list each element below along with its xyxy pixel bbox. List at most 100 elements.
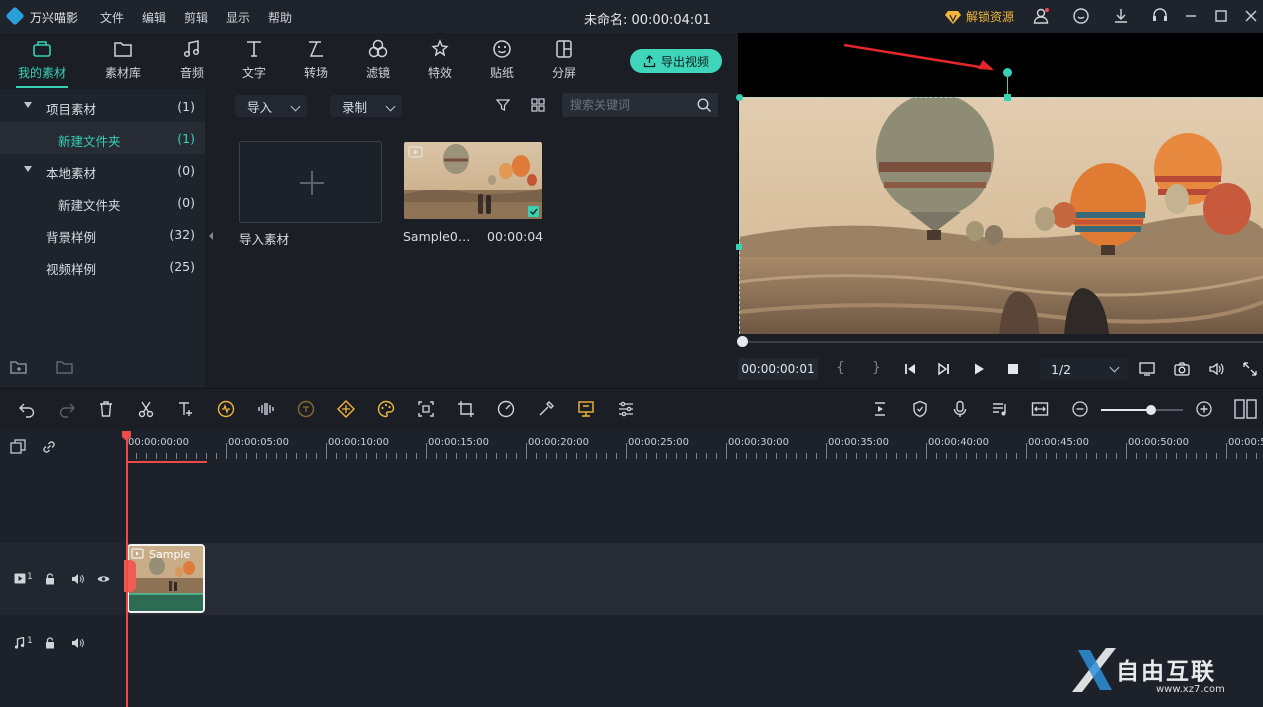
text-icon (247, 41, 261, 57)
speed-icon[interactable] (497, 400, 515, 418)
zoom-in-icon[interactable] (1195, 400, 1213, 418)
support-icon[interactable] (1151, 7, 1169, 25)
tree-item-background-samples[interactable]: 背景样例 (32) (0, 218, 205, 250)
layout-panels-icon[interactable] (1234, 399, 1258, 419)
menu-file[interactable]: 文件 (100, 9, 124, 26)
lock-icon[interactable] (45, 573, 55, 585)
zoom-slider-knob[interactable] (1146, 405, 1156, 415)
menu-help[interactable]: 帮助 (268, 9, 292, 26)
crop-icon[interactable] (457, 400, 475, 418)
tab-filter[interactable]: 滤镜 (347, 33, 409, 89)
unlock-resources-button[interactable]: 解锁资源 (945, 8, 1014, 25)
feedback-icon[interactable] (1072, 7, 1090, 25)
resize-handle-left[interactable] (736, 244, 742, 250)
minimize-icon[interactable] (1182, 7, 1200, 25)
render-preview-icon[interactable] (871, 400, 889, 418)
new-folder-icon[interactable] (10, 359, 28, 375)
track-volume-icon[interactable] (71, 573, 84, 585)
tree-item-new-folder-local[interactable]: 新建文件夹 (0) (0, 186, 205, 218)
timeline-ruler[interactable] (126, 431, 1263, 463)
adjust-sliders-icon[interactable] (617, 400, 635, 418)
record-dropdown[interactable]: 录制 (330, 95, 402, 117)
import-media-tile[interactable] (239, 141, 382, 223)
preview-quality-select[interactable]: 1/2 (1040, 358, 1128, 380)
playhead-line[interactable] (126, 431, 128, 707)
volume-icon[interactable] (1208, 361, 1224, 377)
tree-item-video-samples[interactable]: 视频样例 (25) (0, 250, 205, 282)
redo-icon[interactable] (58, 400, 76, 418)
eye-icon[interactable] (97, 574, 110, 584)
ruler-tick-label: 00:00:15:00 (428, 437, 490, 448)
previous-frame-icon[interactable] (903, 362, 917, 376)
tab-my-media[interactable]: 我的素材 (11, 33, 73, 89)
text-tool-icon[interactable] (177, 400, 195, 418)
audio-mixer-icon[interactable] (991, 400, 1009, 418)
close-icon[interactable] (1242, 7, 1260, 25)
menu-clip[interactable]: 剪辑 (184, 9, 208, 26)
tree-item-new-folder-project[interactable]: 新建文件夹 (1) (0, 122, 205, 154)
menu-edit[interactable]: 编辑 (142, 9, 166, 26)
export-video-button[interactable]: 导出视频 (630, 49, 722, 73)
green-screen-icon[interactable] (577, 400, 595, 418)
playback-progress-knob[interactable] (737, 336, 748, 347)
keyframe-icon[interactable] (337, 400, 355, 418)
tab-transition[interactable]: 转场 (285, 33, 347, 89)
panel-divider (718, 89, 738, 388)
timeline-video-clip[interactable]: Sample (127, 544, 205, 613)
mark-out-icon[interactable]: } (872, 360, 881, 376)
tree-item-project-media[interactable]: 项目素材 (1) (0, 90, 205, 122)
collapse-panel-icon[interactable] (209, 232, 213, 240)
link-icon[interactable] (41, 439, 57, 455)
account-icon[interactable] (1032, 7, 1050, 25)
color-palette-icon[interactable] (377, 400, 395, 418)
fit-timeline-icon[interactable] (1031, 400, 1049, 418)
preview-quality-value: 1/2 (1051, 361, 1072, 377)
tab-text[interactable]: 文字 (223, 33, 285, 89)
expand-arrow-icon[interactable] (24, 102, 32, 108)
media-clip-thumbnail[interactable] (404, 142, 542, 219)
speed-ramp-icon[interactable] (217, 400, 235, 418)
resize-handle-top-left[interactable] (736, 94, 743, 101)
expand-arrow-icon[interactable] (24, 166, 32, 172)
speech-to-text-icon[interactable] (297, 400, 315, 418)
play-icon[interactable] (972, 362, 986, 376)
search-icon[interactable] (697, 98, 712, 113)
undo-icon[interactable] (18, 400, 36, 418)
filter-funnel-icon[interactable] (496, 98, 510, 112)
display-settings-icon[interactable] (1139, 361, 1155, 377)
fullscreen-icon[interactable] (1242, 361, 1258, 377)
playback-progress-track[interactable] (745, 341, 1263, 343)
preview-video-frame[interactable] (739, 97, 1263, 334)
microphone-icon[interactable] (951, 400, 969, 418)
crop-zoom-icon[interactable] (417, 400, 435, 418)
color-picker-icon[interactable] (537, 400, 555, 418)
snapshot-camera-icon[interactable] (1174, 361, 1190, 377)
tab-effects[interactable]: 特效 (409, 33, 471, 89)
zoom-out-icon[interactable] (1071, 400, 1089, 418)
resize-handle-top[interactable] (1004, 94, 1011, 101)
rotate-handle[interactable] (1003, 68, 1012, 77)
track-volume-icon[interactable] (71, 637, 84, 649)
next-frame-icon[interactable] (937, 362, 951, 376)
marker-shield-icon[interactable] (911, 400, 929, 418)
tab-audio[interactable]: 音频 (161, 33, 223, 89)
tree-item-local-media[interactable]: 本地素材 (0) (0, 154, 205, 186)
download-icon[interactable] (1112, 7, 1130, 25)
grid-view-icon[interactable] (531, 98, 545, 112)
cut-icon[interactable] (137, 400, 155, 418)
mark-in-icon[interactable]: { (836, 360, 845, 376)
stop-icon[interactable] (1006, 362, 1020, 376)
add-track-icon[interactable] (10, 439, 26, 455)
menu-view[interactable]: 显示 (226, 9, 250, 26)
import-dropdown[interactable]: 导入 (235, 95, 307, 117)
tab-split-screen[interactable]: 分屏 (533, 33, 595, 89)
folder-outline-icon[interactable] (56, 359, 74, 375)
maximize-icon[interactable] (1212, 7, 1230, 25)
tab-sticker[interactable]: 贴纸 (471, 33, 533, 89)
lock-icon[interactable] (45, 637, 55, 649)
audio-split-icon[interactable] (257, 400, 275, 418)
tab-media-library[interactable]: 素材库 (92, 33, 154, 89)
search-input[interactable] (562, 93, 719, 117)
watermark-title: 自由互联 (1116, 659, 1216, 685)
delete-icon[interactable] (97, 400, 115, 418)
